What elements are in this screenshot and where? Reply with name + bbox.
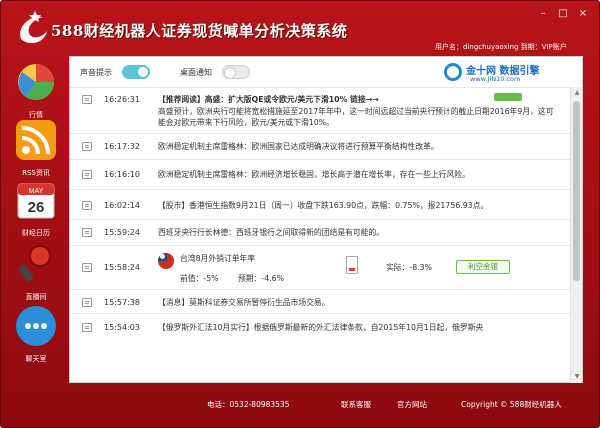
news-row[interactable]: 16:16:10 欧洲稳定机制主席雷格林：欧洲经济增长稳固，增长高于潜在增长率，… [70,159,570,189]
news-item-icon [82,298,92,307]
app-title: 588财经机器人证券现货喊单分析决策系统 [51,22,348,40]
contact-support-link[interactable]: 联系客服 [341,399,371,410]
maximize-button[interactable]: □ [555,7,571,21]
market-effect-badge[interactable]: 利空金银 [456,260,510,274]
desktop-toggle[interactable] [222,65,250,79]
toolbar: 声音提示 桌面通知 金十网 数据引擎 www.JIN10.com [70,57,582,87]
previous-value: 前值：-5% [180,274,219,283]
sidebar-item-market[interactable]: 行情 [9,60,63,124]
microphone-icon [18,245,51,282]
sidebar-item-calendar[interactable]: MAY 26 财经日历 [9,178,63,242]
brand-url: www.JIN10.com [470,75,521,83]
news-text: 【股市】香港恒生指数9月21日（周一）收盘下跌163.90点，跌幅：0.75%，… [158,201,489,210]
jin10-brand[interactable]: 金十网 数据引擎 www.JIN10.com [444,61,568,87]
sidebar-item-chat[interactable]: 聊天室 [9,304,63,368]
news-time: 16:17:32 [104,142,140,151]
chat-icon [16,306,56,346]
news-row[interactable]: 16:17:32 欧洲稳定机制主席雷格林：欧洲国家已达成明确决议将进行预算平衡结… [70,133,570,159]
sidebar-item-live[interactable]: 直播间 [9,242,63,306]
news-row[interactable]: 15:54:03 【俄罗斯外汇法10月实行】根据俄罗斯最新的外汇法律条款，自20… [70,313,570,383]
news-row[interactable]: 15:57:38 【消息】莫斯科证券交易所暂停衍生品市场交易。 [70,289,570,313]
rss-icon [16,120,56,160]
news-time: 16:16:10 [104,170,140,179]
calendar-day: 26 [28,199,45,216]
sidebar-item-label: 直播间 [25,293,47,301]
sidebar-item-label: 聊天室 [25,355,47,363]
toggle-knob [137,66,149,78]
official-website-link[interactable]: 官方网站 [397,399,427,410]
news-item-icon [82,201,92,210]
news-text: 欧洲稳定机制主席雷格林：欧洲经济增长稳固，增长高于潜在增长率，存在一些上行风险。 [158,170,470,179]
jin10-logo-icon [444,63,462,81]
forecast-value: 预期：-4.6% [238,274,285,283]
taiwan-flag-icon [158,253,174,269]
news-text: 【俄罗斯外汇法10月实行】根据俄罗斯最新的外汇法律条款，自2015年10月1日起… [158,323,484,332]
sidebar-item-rss[interactable]: RSS资讯 [9,118,63,182]
scroll-thumb[interactable] [573,101,580,281]
minimize-button[interactable]: – [535,7,551,21]
news-panel: 声音提示 桌面通知 金十网 数据引擎 www.JIN10.com 16:26:3… [69,56,583,383]
calendar-month: MAY [29,188,44,195]
actual-value: 实际：-8.3% [386,263,433,272]
flag-sun [160,254,165,259]
footer: 电话：0532-80983535 联系客服 官方网站 Copyright © 5… [69,388,583,418]
sidebar: 行情 RSS资讯 MAY 26 财经日历 直播间 聊天室 [1,56,69,396]
title-bar: 588财经机器人证券现货喊单分析决策系统 用户名：dingchuyaoxing … [1,1,599,56]
news-body: 高盛预计，欧洲央行可能将宽松措施延至2017年年中，这一时间远超过当前央行预计的… [158,107,554,127]
news-time: 15:57:38 [104,298,140,307]
scroll-down-icon[interactable]: ▼ [571,371,583,383]
app-window: 588财经机器人证券现货喊单分析决策系统 用户名：dingchuyaoxing … [0,0,600,428]
copyright: Copyright © 588财经机器人 [461,400,562,409]
news-time: 15:58:24 [104,263,140,272]
support-phone: 电话：0532-80983535 [207,400,290,409]
sound-toggle-label: 声音提示 [80,68,112,77]
news-time: 16:02:14 [104,201,140,210]
news-text: 西班牙央行行长林德：西班牙银行之间取得新的团结是有可能的。 [158,228,385,237]
toggle-knob [224,67,236,79]
feed-scrollbar[interactable]: ▲ ▼ [570,87,582,383]
news-item-icon [82,95,92,104]
sound-toggle[interactable] [122,65,150,79]
close-button[interactable]: × [575,7,591,21]
window-controls: – □ × [535,7,591,21]
news-text: 欧洲稳定机制主席雷格林：欧洲国家已达成明确决议将进行预算平衡结构性改革。 [158,142,439,151]
news-feed: 16:26:31 【推荐阅读】高盛：扩大版QE或令欧元/美元下滑10% 链接→→… [70,87,570,383]
economic-data-row[interactable]: 15:58:24 台湾8月外销订单年率 前值：-5% 预期：-4.6% 实际：-… [70,245,570,289]
news-time: 15:54:03 [104,323,140,332]
app-logo-icon [20,11,47,44]
indicator-name: 台湾8月外销订单年率 [180,254,256,263]
recommend-badge [494,93,522,101]
sidebar-item-label: RSS资讯 [22,169,50,177]
news-text: 【消息】莫斯科证券交易所暂停衍生品市场交易。 [158,298,330,307]
news-time: 16:26:31 [104,95,140,104]
news-row[interactable]: 15:59:24 西班牙央行行长林德：西班牙银行之间取得新的团结是有可能的。 [70,219,570,245]
sidebar-item-label: 财经日历 [22,229,50,237]
news-item-icon [82,170,92,179]
news-time: 15:59:24 [104,228,140,237]
news-item-icon [82,323,92,332]
scroll-up-icon[interactable]: ▲ [571,87,583,99]
pie-chart-icon [18,64,55,101]
flag-canton [158,253,167,261]
news-row[interactable]: 16:26:31 【推荐阅读】高盛：扩大版QE或令欧元/美元下滑10% 链接→→… [70,87,570,133]
news-item-icon [82,142,92,151]
user-info: 用户名：dingchuyaoxing 到期：VIP账户 [435,43,567,51]
desktop-toggle-label: 桌面通知 [180,68,212,77]
news-item-icon [82,228,92,237]
calendar-icon: MAY 26 [17,183,55,219]
news-item-icon [82,263,92,272]
news-row[interactable]: 16:02:14 【股市】香港恒生指数9月21日（周一）收盘下跌163.90点，… [70,189,570,219]
document-icon [346,256,358,274]
